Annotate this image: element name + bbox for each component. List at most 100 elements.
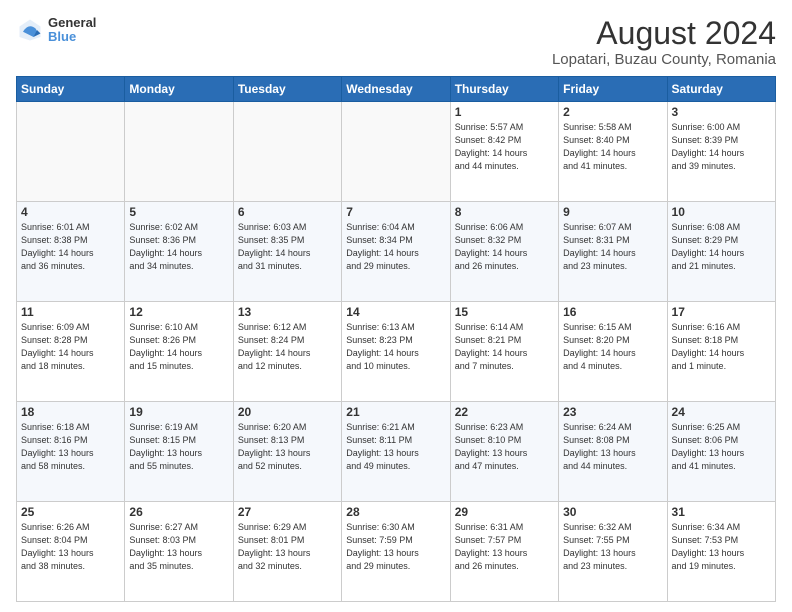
table-row: 25 Sunrise: 6:26 AM Sunset: 8:04 PM Dayli…	[17, 502, 125, 602]
table-row: 1Sunrise: 5:57 AM Sunset: 8:42 PM Daylig…	[450, 102, 558, 202]
day-number: 28	[346, 505, 445, 519]
table-row: 12 Sunrise: 6:10 AM Sunset: 8:26 PM Dayli…	[125, 302, 233, 402]
page: General Blue August 2024 Lopatari, Buzau…	[0, 0, 792, 612]
day-number: 20	[238, 405, 337, 419]
day-info: Sunrise: 5:57 AM Sunset: 8:42 PM Dayligh…	[455, 121, 554, 173]
day-info: Sunrise: 6:26 AM Sunset: 8:04 PM Dayligh…	[21, 521, 120, 573]
table-row	[17, 102, 125, 202]
day-number: 31	[672, 505, 771, 519]
day-info: Sunrise: 6:25 AM Sunset: 8:06 PM Dayligh…	[672, 421, 771, 473]
table-row: 20Sunrise: 6:20 AM Sunset: 8:13 PM Dayli…	[233, 402, 341, 502]
day-number: 9	[563, 205, 662, 219]
table-row: 23 Sunrise: 6:24 AM Sunset: 8:08 PM Dayli…	[559, 402, 667, 502]
day-number: 19	[129, 405, 228, 419]
title-area: August 2024 Lopatari, Buzau County, Roma…	[552, 16, 776, 68]
day-number: 10	[672, 205, 771, 219]
table-row: 18 Sunrise: 6:18 AM Sunset: 8:16 PM Dayli…	[17, 402, 125, 502]
day-number: 26	[129, 505, 228, 519]
day-info: Sunrise: 6:21 AM Sunset: 8:11 PM Dayligh…	[346, 421, 445, 473]
table-row: 10 Sunrise: 6:08 AM Sunset: 8:29 PM Dayli…	[667, 202, 775, 302]
day-info: Sunrise: 6:27 AM Sunset: 8:03 PM Dayligh…	[129, 521, 228, 573]
header-friday: Friday	[559, 77, 667, 102]
logo-text: General Blue	[48, 16, 96, 45]
day-number: 3	[672, 105, 771, 119]
day-info: Sunrise: 6:29 AM Sunset: 8:01 PM Dayligh…	[238, 521, 337, 573]
calendar-subtitle: Lopatari, Buzau County, Romania	[552, 51, 776, 68]
day-number: 25	[21, 505, 120, 519]
day-number: 2	[563, 105, 662, 119]
day-info: Sunrise: 6:31 AM Sunset: 7:57 PM Dayligh…	[455, 521, 554, 573]
table-row: 19Sunrise: 6:19 AM Sunset: 8:15 PM Dayli…	[125, 402, 233, 502]
table-row: 15 Sunrise: 6:14 AM Sunset: 8:21 PM Dayli…	[450, 302, 558, 402]
day-info: Sunrise: 6:00 AM Sunset: 8:39 PM Dayligh…	[672, 121, 771, 173]
day-number: 18	[21, 405, 120, 419]
day-number: 4	[21, 205, 120, 219]
day-info: Sunrise: 6:15 AM Sunset: 8:20 PM Dayligh…	[563, 321, 662, 373]
table-row: 5 Sunrise: 6:02 AM Sunset: 8:36 PM Daylig…	[125, 202, 233, 302]
calendar-week-1: 1Sunrise: 5:57 AM Sunset: 8:42 PM Daylig…	[17, 102, 776, 202]
table-row: 9Sunrise: 6:07 AM Sunset: 8:31 PM Daylig…	[559, 202, 667, 302]
day-info: Sunrise: 6:23 AM Sunset: 8:10 PM Dayligh…	[455, 421, 554, 473]
table-row	[342, 102, 450, 202]
table-row: 21 Sunrise: 6:21 AM Sunset: 8:11 PM Dayli…	[342, 402, 450, 502]
table-row: 16 Sunrise: 6:15 AM Sunset: 8:20 PM Dayli…	[559, 302, 667, 402]
header: General Blue August 2024 Lopatari, Buzau…	[16, 16, 776, 68]
table-row: 27Sunrise: 6:29 AM Sunset: 8:01 PM Dayli…	[233, 502, 341, 602]
calendar-week-4: 18 Sunrise: 6:18 AM Sunset: 8:16 PM Dayli…	[17, 402, 776, 502]
table-row	[125, 102, 233, 202]
calendar-week-2: 4 Sunrise: 6:01 AM Sunset: 8:38 PM Daylig…	[17, 202, 776, 302]
day-number: 7	[346, 205, 445, 219]
day-number: 23	[563, 405, 662, 419]
day-number: 16	[563, 305, 662, 319]
header-wednesday: Wednesday	[342, 77, 450, 102]
day-info: Sunrise: 6:02 AM Sunset: 8:36 PM Dayligh…	[129, 221, 228, 273]
day-number: 5	[129, 205, 228, 219]
day-number: 8	[455, 205, 554, 219]
day-info: Sunrise: 6:01 AM Sunset: 8:38 PM Dayligh…	[21, 221, 120, 273]
day-info: Sunrise: 6:12 AM Sunset: 8:24 PM Dayligh…	[238, 321, 337, 373]
day-number: 22	[455, 405, 554, 419]
logo-blue: Blue	[48, 30, 96, 44]
day-info: Sunrise: 6:18 AM Sunset: 8:16 PM Dayligh…	[21, 421, 120, 473]
day-info: Sunrise: 6:13 AM Sunset: 8:23 PM Dayligh…	[346, 321, 445, 373]
header-sunday: Sunday	[17, 77, 125, 102]
day-info: Sunrise: 6:30 AM Sunset: 7:59 PM Dayligh…	[346, 521, 445, 573]
day-number: 17	[672, 305, 771, 319]
table-row: 4 Sunrise: 6:01 AM Sunset: 8:38 PM Daylig…	[17, 202, 125, 302]
calendar-table: Sunday Monday Tuesday Wednesday Thursday…	[16, 76, 776, 602]
table-row: 14 Sunrise: 6:13 AM Sunset: 8:23 PM Dayli…	[342, 302, 450, 402]
table-row: 2Sunrise: 5:58 AM Sunset: 8:40 PM Daylig…	[559, 102, 667, 202]
day-info: Sunrise: 6:03 AM Sunset: 8:35 PM Dayligh…	[238, 221, 337, 273]
calendar-header-row: Sunday Monday Tuesday Wednesday Thursday…	[17, 77, 776, 102]
table-row: 30 Sunrise: 6:32 AM Sunset: 7:55 PM Dayli…	[559, 502, 667, 602]
table-row	[233, 102, 341, 202]
table-row: 11Sunrise: 6:09 AM Sunset: 8:28 PM Dayli…	[17, 302, 125, 402]
table-row: 29 Sunrise: 6:31 AM Sunset: 7:57 PM Dayli…	[450, 502, 558, 602]
day-info: Sunrise: 6:32 AM Sunset: 7:55 PM Dayligh…	[563, 521, 662, 573]
day-number: 21	[346, 405, 445, 419]
table-row: 17 Sunrise: 6:16 AM Sunset: 8:18 PM Dayli…	[667, 302, 775, 402]
day-number: 12	[129, 305, 228, 319]
table-row: 6Sunrise: 6:03 AM Sunset: 8:35 PM Daylig…	[233, 202, 341, 302]
table-row: 24Sunrise: 6:25 AM Sunset: 8:06 PM Dayli…	[667, 402, 775, 502]
day-info: Sunrise: 6:10 AM Sunset: 8:26 PM Dayligh…	[129, 321, 228, 373]
day-number: 14	[346, 305, 445, 319]
logo: General Blue	[16, 16, 96, 45]
day-info: Sunrise: 6:06 AM Sunset: 8:32 PM Dayligh…	[455, 221, 554, 273]
table-row: 31Sunrise: 6:34 AM Sunset: 7:53 PM Dayli…	[667, 502, 775, 602]
header-thursday: Thursday	[450, 77, 558, 102]
calendar-week-3: 11Sunrise: 6:09 AM Sunset: 8:28 PM Dayli…	[17, 302, 776, 402]
day-info: Sunrise: 6:24 AM Sunset: 8:08 PM Dayligh…	[563, 421, 662, 473]
header-tuesday: Tuesday	[233, 77, 341, 102]
table-row: 22 Sunrise: 6:23 AM Sunset: 8:10 PM Dayli…	[450, 402, 558, 502]
day-number: 30	[563, 505, 662, 519]
table-row: 13Sunrise: 6:12 AM Sunset: 8:24 PM Dayli…	[233, 302, 341, 402]
calendar-title: August 2024	[552, 16, 776, 51]
day-info: Sunrise: 6:16 AM Sunset: 8:18 PM Dayligh…	[672, 321, 771, 373]
day-number: 15	[455, 305, 554, 319]
day-info: Sunrise: 6:14 AM Sunset: 8:21 PM Dayligh…	[455, 321, 554, 373]
day-number: 29	[455, 505, 554, 519]
table-row: 3 Sunrise: 6:00 AM Sunset: 8:39 PM Daylig…	[667, 102, 775, 202]
table-row: 7Sunrise: 6:04 AM Sunset: 8:34 PM Daylig…	[342, 202, 450, 302]
day-info: Sunrise: 6:08 AM Sunset: 8:29 PM Dayligh…	[672, 221, 771, 273]
